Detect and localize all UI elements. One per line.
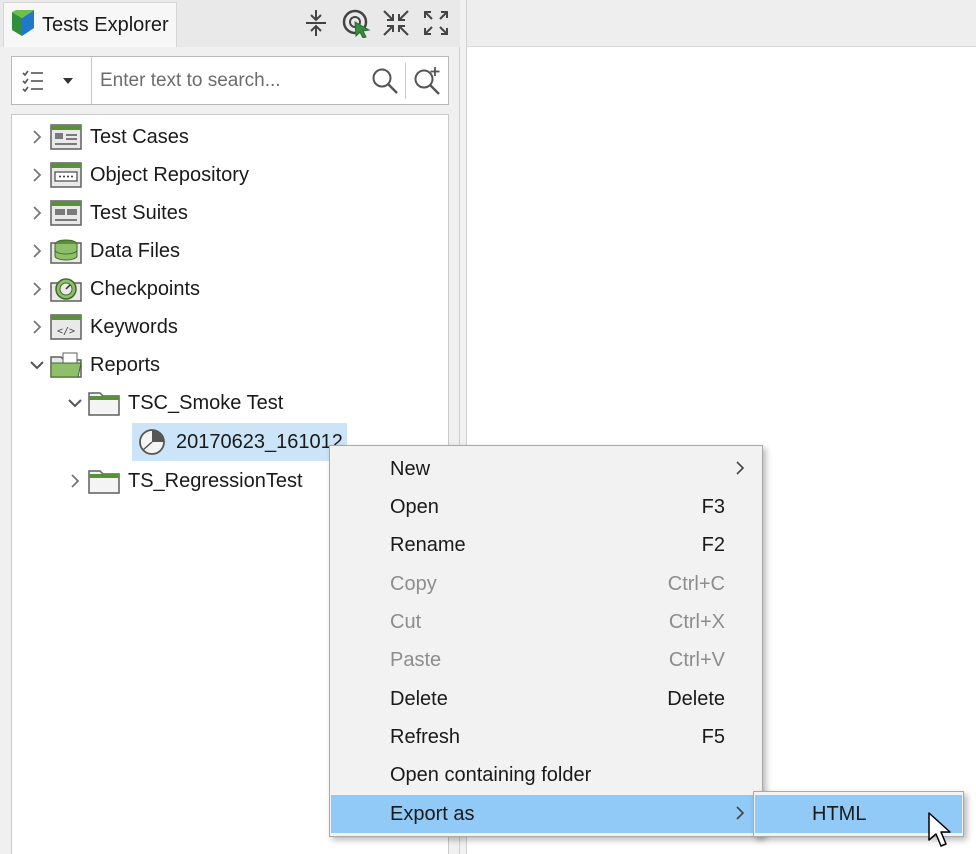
test-suites-icon: [48, 198, 84, 228]
tree-node-report-20170623[interactable]: 20170623_161012: [132, 423, 347, 461]
maximize-button[interactable]: [420, 6, 452, 40]
chevron-down-icon[interactable]: [26, 354, 48, 376]
shrink-button[interactable]: [380, 6, 412, 40]
menu-item-shortcut: Delete: [667, 687, 725, 710]
tree-node-keywords[interactable]: </> Keywords: [26, 309, 178, 345]
menu-item-rename[interactable]: Rename F2: [331, 526, 761, 564]
menu-item-shortcut: F3: [701, 495, 725, 518]
link-target-icon: [342, 9, 371, 38]
chevron-right-icon[interactable]: [26, 240, 48, 262]
menu-item-label: Paste: [390, 648, 442, 671]
filter-button[interactable]: [12, 57, 92, 104]
tree-node-checkpoints[interactable]: Checkpoints: [26, 271, 200, 307]
shrink-icon: [383, 10, 409, 36]
chevron-down-icon[interactable]: [64, 392, 86, 414]
menu-item-open[interactable]: Open F3: [331, 488, 761, 526]
advanced-search-button[interactable]: [406, 57, 448, 104]
tab-tests-explorer[interactable]: Tests Explorer: [3, 2, 177, 47]
search-button[interactable]: [365, 57, 405, 104]
chevron-right-icon[interactable]: [26, 164, 48, 186]
tree-node-test-suites[interactable]: Test Suites: [26, 195, 188, 231]
folder-icon: [86, 388, 122, 418]
tree-node-reports[interactable]: Reports: [26, 347, 160, 383]
menu-item-copy[interactable]: Copy Ctrl+C: [331, 565, 761, 603]
menu-item-label: Delete: [390, 687, 448, 710]
tree-node-label: Test Cases: [90, 125, 189, 148]
collapse-all-icon: [306, 10, 326, 36]
advanced-search-icon: [414, 66, 440, 95]
submenu-arrow-icon: [735, 804, 745, 827]
reports-folder-icon: [48, 350, 84, 380]
menu-item-shortcut: F2: [701, 533, 725, 556]
menu-item-refresh[interactable]: Refresh F5: [331, 718, 761, 756]
menu-item-paste[interactable]: Paste Ctrl+V: [331, 641, 761, 679]
chevron-right-icon[interactable]: [26, 278, 48, 300]
tree-node-ts-regression-test[interactable]: TS_RegressionTest: [64, 463, 303, 499]
tree-node-label: TSC_Smoke Test: [128, 391, 284, 414]
menu-item-shortcut: Ctrl+V: [668, 648, 725, 671]
maximize-icon: [424, 11, 448, 35]
data-files-icon: [48, 236, 84, 266]
checklist-icon: [22, 70, 43, 92]
tree-node-data-files[interactable]: Data Files: [26, 233, 180, 269]
panel-toolbar: [300, 6, 452, 40]
chevron-right-icon[interactable]: [26, 126, 48, 148]
tree-node-test-cases[interactable]: Test Cases: [26, 119, 189, 155]
tree-node-label: Object Repository: [90, 163, 249, 186]
svg-text:</>: </>: [57, 326, 75, 337]
menu-item-export-as[interactable]: Export as: [331, 795, 761, 833]
menu-item-label: Copy: [390, 572, 437, 595]
tree-node-label: 20170623_161012: [176, 430, 343, 453]
chevron-right-icon[interactable]: [26, 202, 48, 224]
tree-node-label: Keywords: [90, 315, 178, 338]
menu-item-new[interactable]: New: [331, 450, 761, 488]
search-icon: [372, 68, 398, 94]
tree-node-tsc-smoke-test[interactable]: TSC_Smoke Test: [64, 385, 283, 421]
object-repository-icon: [48, 160, 84, 190]
context-menu: New Open F3 Rename F2 Copy Ctrl+C Cut Ct…: [329, 445, 763, 837]
menu-item-label: New: [390, 457, 431, 480]
menu-item-label: Open containing folder: [390, 763, 592, 786]
tree-node-label: Reports: [90, 353, 161, 376]
report-icon: [134, 427, 170, 457]
menu-item-shortcut: Ctrl+X: [668, 610, 725, 633]
checkpoints-icon: [48, 274, 84, 304]
menu-item-open-containing-folder[interactable]: Open containing folder: [331, 756, 761, 794]
tree-node-label: Data Files: [90, 239, 181, 262]
menu-item-label: Open: [390, 495, 439, 518]
app-window: Tests Explorer Enter text to search... T…: [0, 0, 976, 854]
menu-item-cut[interactable]: Cut Ctrl+X: [331, 603, 761, 641]
folder-icon: [86, 466, 122, 496]
menu-item-label: Export as: [390, 802, 475, 825]
link-target-button[interactable]: [340, 6, 372, 40]
mouse-cursor-icon: [928, 812, 952, 848]
menu-item-shortcut: F5: [701, 725, 725, 748]
menu-item-label: HTML: [812, 802, 867, 825]
menu-item-label: Cut: [390, 610, 422, 633]
tree-node-label: Checkpoints: [90, 277, 201, 300]
keywords-icon: </>: [48, 312, 84, 342]
chevron-right-icon[interactable]: [64, 470, 86, 492]
tree-node-label: Test Suites: [90, 201, 188, 224]
menu-item-shortcut: Ctrl+C: [667, 572, 725, 595]
panel-tabbar: Tests Explorer: [0, 0, 460, 47]
menu-item-delete[interactable]: Delete Delete: [331, 680, 761, 718]
dropdown-arrow-icon: [63, 77, 73, 84]
submenu-arrow-icon: [735, 459, 745, 482]
tab-title: Tests Explorer: [42, 13, 169, 36]
search-bar: [11, 56, 449, 105]
menu-item-label: Rename: [390, 533, 466, 556]
tree-node-label: TS_RegressionTest: [128, 469, 303, 492]
chevron-right-icon[interactable]: [26, 316, 48, 338]
collapse-all-button[interactable]: [300, 6, 332, 40]
test-cases-icon: [48, 122, 84, 152]
tree-node-object-repository[interactable]: Object Repository: [26, 157, 249, 193]
search-input[interactable]: [92, 60, 365, 101]
editor-tabbar: [467, 0, 976, 47]
katalon-logo-icon: [12, 5, 34, 41]
menu-item-label: Refresh: [390, 725, 461, 748]
